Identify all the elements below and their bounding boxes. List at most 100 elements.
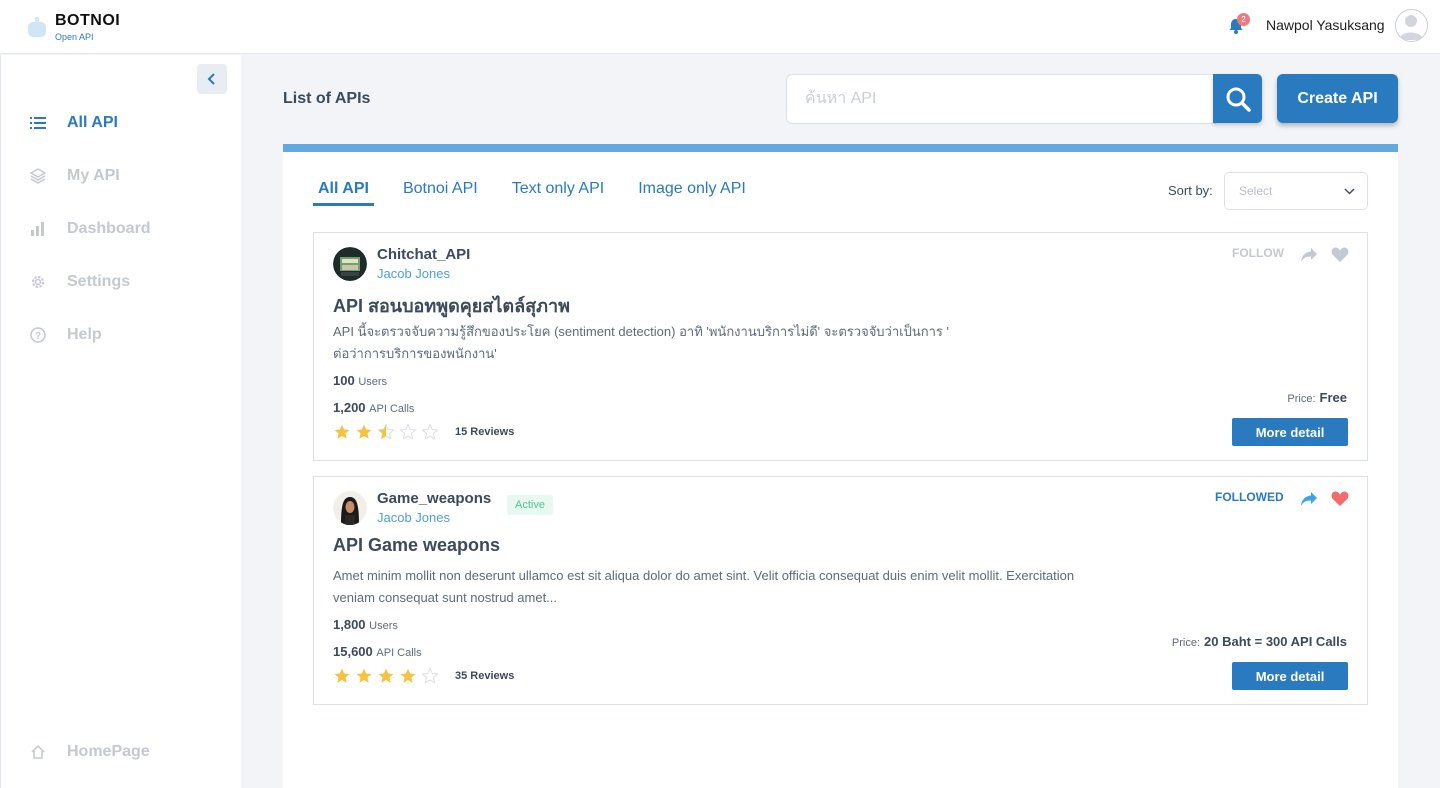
- users-stat: 1,800 Users: [333, 617, 398, 632]
- users-stat: 100 Users: [333, 373, 387, 388]
- user-name[interactable]: Nawpol Yasuksang: [1266, 17, 1385, 33]
- sidebar-item-help[interactable]: ? Help: [28, 325, 102, 345]
- star-empty-icon: [421, 423, 439, 440]
- sidebar-item-label: Help: [67, 326, 102, 343]
- help-circle-icon: ?: [28, 325, 48, 345]
- price: Price: 20 Baht = 300 API Calls: [1172, 634, 1347, 649]
- sidebar-item-settings[interactable]: Settings: [28, 272, 130, 292]
- list-icon: [28, 113, 48, 133]
- api-description: Amet minim mollit non deserunt ullamco e…: [333, 565, 1133, 609]
- search-button[interactable]: [1213, 74, 1262, 123]
- sort-select[interactable]: Select: [1224, 172, 1368, 210]
- price-label: Price:: [1171, 637, 1201, 649]
- rating-stars: [333, 423, 443, 441]
- sidebar-item-my-api[interactable]: My API: [28, 166, 120, 186]
- sidebar-item-label: Dashboard: [67, 220, 151, 237]
- star-empty-icon: [421, 667, 439, 684]
- sidebar-item-all-api[interactable]: All API: [28, 113, 118, 133]
- users-count: 1,800: [333, 617, 366, 632]
- svg-text:?: ?: [35, 331, 41, 342]
- api-name[interactable]: Chitchat_API: [377, 246, 470, 263]
- star-full-icon: [334, 424, 350, 439]
- page-title: List of APIs: [283, 90, 371, 107]
- sidebar-item-label: All API: [67, 114, 118, 131]
- api-author[interactable]: Jacob Jones: [377, 510, 450, 525]
- users-label: Users: [358, 376, 388, 388]
- users-count: 100: [333, 373, 355, 388]
- sidebar-item-label: My API: [67, 167, 120, 184]
- star-full-icon: [400, 668, 416, 683]
- search-icon: [1226, 87, 1251, 112]
- layers-icon: [28, 166, 48, 186]
- star-half-icon: [377, 423, 395, 440]
- users-label: Users: [369, 620, 398, 632]
- chevron-left-icon: [207, 73, 215, 85]
- price-label: Price:: [1287, 393, 1316, 405]
- star-full-icon: [378, 668, 394, 683]
- search-field[interactable]: [786, 74, 1216, 124]
- star-full-icon: [356, 424, 372, 439]
- app-subtitle: Open API: [55, 32, 94, 42]
- api-name[interactable]: Game_weapons: [377, 490, 491, 507]
- tab-botnoi-api[interactable]: Botnoi API: [398, 180, 483, 206]
- sidebar-item-dashboard[interactable]: Dashboard: [28, 219, 151, 239]
- followed-button[interactable]: FOLLOWED: [1215, 490, 1284, 504]
- price-value: 20 Baht = 300 API Calls: [1204, 634, 1347, 649]
- price: Price: Free: [1287, 390, 1347, 405]
- collapse-sidebar-button[interactable]: [197, 64, 227, 94]
- calls-stat: 15,600 API Calls: [333, 644, 422, 659]
- api-title: API Game weapons: [333, 535, 501, 555]
- api-description-line: ต่อว่าการบริการของพนักงาน': [333, 346, 497, 361]
- logo[interactable]: BOTNOI Open API: [27, 13, 120, 42]
- calls-label: API Calls: [369, 403, 415, 415]
- calls-stat: 1,200 API Calls: [333, 400, 414, 415]
- star-empty-icon: [399, 423, 417, 440]
- price-value: Free: [1319, 390, 1347, 405]
- star-full-icon: [334, 668, 350, 683]
- api-avatar: [333, 247, 367, 281]
- more-detail-button[interactable]: More detail: [1232, 418, 1348, 446]
- api-author[interactable]: Jacob Jones: [377, 266, 450, 281]
- sidebar-item-label: Settings: [67, 273, 131, 290]
- create-api-button[interactable]: Create API: [1277, 74, 1398, 123]
- api-description-line: API นี้จะตรวจจับความรู้สึกของประโยค (sen…: [333, 324, 949, 339]
- sort-label: Sort by:: [1168, 183, 1213, 198]
- share-icon[interactable]: [1300, 491, 1318, 507]
- heart-icon[interactable]: [1331, 246, 1349, 263]
- heart-icon[interactable]: [1331, 490, 1349, 507]
- app-title: BOTNOI: [55, 12, 121, 29]
- share-icon[interactable]: [1300, 247, 1318, 263]
- search-input[interactable]: [787, 75, 1215, 123]
- user-icon: [1399, 15, 1423, 40]
- follow-button[interactable]: FOLLOW: [1232, 246, 1284, 260]
- user-avatar[interactable]: [1395, 9, 1428, 42]
- tab-text-only-api[interactable]: Text only API: [507, 180, 610, 206]
- api-card[interactable]: Game_weapons Jacob Jones Active API Game…: [313, 476, 1368, 705]
- api-title: API สอนบอทพูดคุยสไตล์สุภาพ: [333, 296, 570, 316]
- reviews-count[interactable]: 15 Reviews: [455, 426, 514, 438]
- notification-badge: 2: [1237, 13, 1250, 26]
- category-tabs: All API Botnoi API Text only API Image o…: [313, 180, 775, 206]
- tab-all-api[interactable]: All API: [313, 180, 374, 206]
- calls-label: API Calls: [376, 647, 422, 659]
- star-full-icon: [356, 668, 372, 683]
- sort-select-value: Select: [1239, 184, 1273, 198]
- home-icon: [28, 742, 48, 762]
- api-avatar: [333, 491, 367, 525]
- api-description-line: Amet minim mollit non deserunt ullamco e…: [333, 568, 1075, 583]
- sidebar-item-homepage[interactable]: HomePage: [28, 742, 150, 762]
- api-description: API นี้จะตรวจจับความรู้สึกของประโยค (sen…: [333, 321, 1133, 365]
- reviews-count[interactable]: 35 Reviews: [455, 670, 514, 682]
- more-detail-button[interactable]: More detail: [1232, 662, 1348, 690]
- top-header: BOTNOI Open API 2 Nawpol Yasuksang: [0, 0, 1440, 54]
- chevron-down-icon: [1344, 188, 1355, 194]
- calls-count: 1,200: [333, 400, 366, 415]
- rating-stars: [333, 667, 443, 685]
- gear-icon: [28, 272, 48, 292]
- sidebar: [0, 55, 241, 788]
- api-card[interactable]: Chitchat_API Jacob Jones API สอนบอทพูดคุ…: [313, 232, 1368, 461]
- calls-count: 15,600: [333, 644, 373, 659]
- tab-image-only-api[interactable]: Image only API: [633, 180, 751, 206]
- bar-chart-icon: [28, 219, 48, 239]
- robot-logo-icon: [27, 17, 47, 37]
